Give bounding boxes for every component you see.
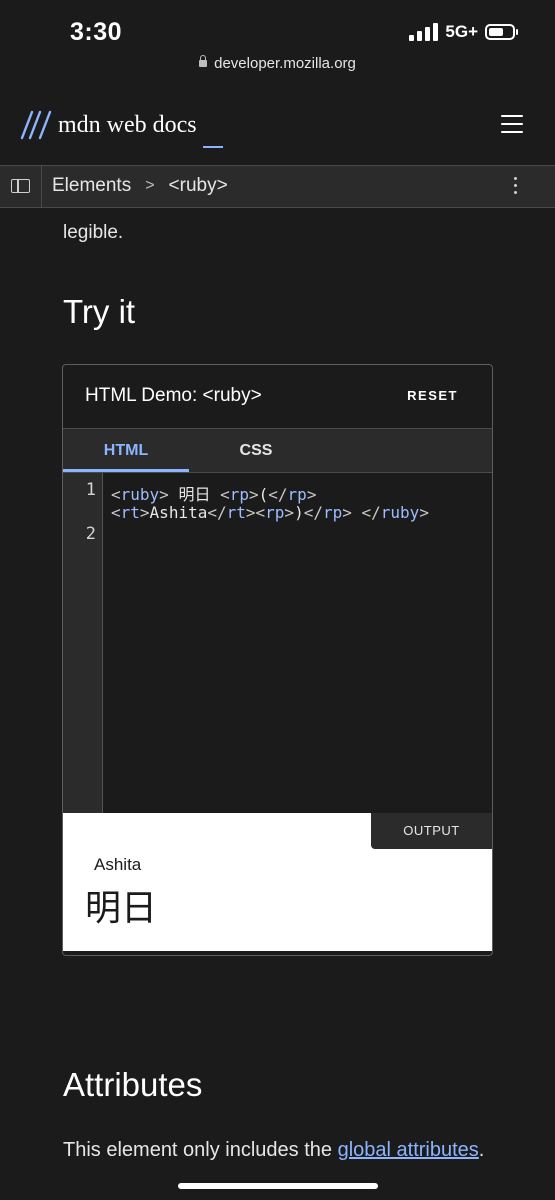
battery-icon [485,24,518,40]
url-text: developer.mozilla.org [214,55,356,72]
mdn-logo-icon [20,110,52,140]
breadcrumb-bar: Elements > <ruby> [0,165,555,208]
status-time: 3:30 [70,18,123,46]
ruby-base-text: 明日 [85,888,158,929]
output-label: OUTPUT [371,813,492,849]
logo-cursor [202,146,223,148]
try-it-heading: Try it [63,293,136,330]
chevron-right-icon: > [145,177,155,194]
tab-html[interactable]: HTML [63,429,189,472]
code-editor[interactable]: 1 2 <ruby> 明日 <rp>(</rp> <rt>Ashita</rt>… [63,473,492,813]
sidebar-toggle-button[interactable] [0,166,42,207]
line-gutter: 1 2 [63,473,103,813]
global-attributes-link[interactable]: global attributes [338,1139,479,1161]
home-indicator[interactable] [178,1183,378,1189]
demo-title: HTML Demo: <ruby> [85,385,262,406]
status-indicators: 5G+ [409,22,518,42]
demo-tabs: HTML CSS [63,428,492,473]
lock-icon [199,55,208,67]
breadcrumb-item-ruby[interactable]: <ruby> [169,175,228,197]
breadcrumb: Elements > <ruby> [52,175,228,197]
url-bar[interactable]: developer.mozilla.org [0,55,555,72]
hamburger-icon[interactable] [501,115,523,133]
signal-icon [409,23,439,41]
line-number: 1 [85,480,96,500]
line-number: 2 [85,524,96,544]
logo-text: mdn web docs [58,112,197,138]
network-type: 5G+ [445,22,478,41]
attributes-heading: Attributes [63,1066,203,1103]
output-panel: OUTPUT Ashita 明日 [63,813,492,951]
breadcrumb-item-elements[interactable]: Elements [52,175,131,197]
more-options-icon[interactable] [514,177,517,194]
paragraph-fragment: legible. [63,222,124,243]
reset-button[interactable]: RESET [407,388,458,403]
code-line: <rt>Ashita</rt><rp>)</rp> </ruby> [111,503,429,522]
tab-css[interactable]: CSS [193,429,319,472]
ruby-annotation: Ashita [94,855,142,874]
attributes-paragraph: This element only includes the global at… [63,1139,485,1161]
sidebar-icon [11,179,30,193]
code-line: <ruby> 明日 <rp>(</rp> [111,485,317,504]
mdn-logo[interactable]: mdn web docs [20,110,223,148]
interactive-demo: HTML Demo: <ruby> RESET HTML CSS 1 2 <ru… [62,364,493,956]
